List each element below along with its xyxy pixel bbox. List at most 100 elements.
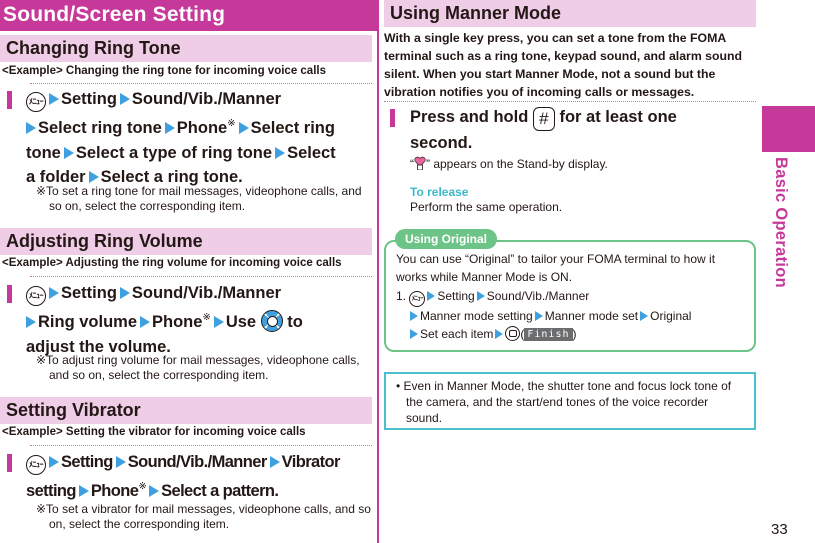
paren-close: ) xyxy=(572,327,577,341)
step-text: setting xyxy=(26,482,76,500)
reference-mark: ※ xyxy=(202,312,211,323)
original-step: 1. ﾒﾆｭｰ Setting Sound/Vib./Manner Manner m… xyxy=(396,287,751,343)
camera-key-icon xyxy=(505,326,521,341)
hash-key-icon: # xyxy=(532,107,555,131)
step-prefix: 1. xyxy=(396,289,407,303)
display-note: “” appears on the Stand-by display. xyxy=(410,156,608,172)
step-number-marker xyxy=(7,91,12,109)
menu-key-icon: ﾒﾆｭｰ xyxy=(26,92,46,112)
arrow-icon xyxy=(410,329,418,339)
step-ring-tone: ﾒﾆｭｰ Setting Sound/Vib./Manner Select ring … xyxy=(26,87,376,190)
right-column: Using Manner Mode With a single key pres… xyxy=(384,0,756,543)
arrow-icon xyxy=(213,316,224,328)
chapter-title: Sound/Screen Setting xyxy=(0,0,377,31)
menu-key-icon: ﾒﾆｭｰ xyxy=(409,291,426,307)
example-ring-tone: <Example> Changing the ring tone for inc… xyxy=(2,65,326,77)
step-text: Sound/Vib./Manner xyxy=(131,284,282,302)
step-text: Ring volume xyxy=(38,313,138,331)
step-text: Sound/Vib./Manner xyxy=(131,90,282,108)
step-text: Press and hold xyxy=(410,108,529,126)
section-heading-ring-volume: Adjusting Ring Volume xyxy=(0,228,372,255)
section-heading-ring-tone: Changing Ring Tone xyxy=(0,35,372,62)
arrow-icon xyxy=(149,485,160,497)
step-text: Select ring xyxy=(250,119,335,137)
step-text: Phone xyxy=(176,119,228,137)
menu-key-icon: ﾒﾆｭｰ xyxy=(26,455,46,475)
left-column: Sound/Screen Setting Changing Ring Tone … xyxy=(0,0,377,543)
arrow-icon xyxy=(26,316,36,328)
using-original-tab: Using Original xyxy=(395,229,498,249)
arrow-icon xyxy=(164,122,175,134)
note-ring-volume: ※To adjust ring volume for mail messages… xyxy=(36,353,360,382)
dotted-divider xyxy=(384,101,756,102)
step-number-marker xyxy=(7,454,12,472)
arrow-icon xyxy=(476,291,485,301)
step-text: to xyxy=(287,313,303,331)
arrow-icon xyxy=(427,291,436,301)
arrow-icon xyxy=(49,93,59,105)
reference-mark: ※ xyxy=(138,481,147,492)
multi-navigation-key-icon xyxy=(260,310,283,332)
column-divider xyxy=(377,0,379,543)
dotted-divider xyxy=(30,445,372,446)
dotted-divider xyxy=(30,276,372,277)
step-text: Select ring tone xyxy=(38,119,162,137)
step-number-marker xyxy=(7,285,12,303)
example-ring-volume: <Example> Adjusting the ring volume for … xyxy=(2,257,342,269)
arrow-icon xyxy=(49,287,59,299)
arrow-icon xyxy=(238,122,249,134)
step-text: Select a type of ring tone xyxy=(75,143,273,162)
step-text: Setting xyxy=(61,284,117,302)
page-number: 33 xyxy=(771,521,788,538)
step-text: Sound/Vib./Manner xyxy=(486,289,590,303)
arrow-icon xyxy=(88,171,99,183)
caution-item: • Even in Manner Mode, the shutter tone … xyxy=(396,378,746,426)
release-text: Perform the same operation. xyxy=(410,200,563,214)
step-text: Select xyxy=(287,143,336,162)
release-label: To release xyxy=(410,185,469,199)
step-text: Manner mode set xyxy=(544,309,639,323)
step-manner-mode: Press and hold # for at least one second… xyxy=(410,105,750,156)
caution-box: • Even in Manner Mode, the shutter tone … xyxy=(384,372,756,430)
arrow-icon xyxy=(49,456,59,468)
step-text: Vibrator xyxy=(281,453,341,471)
step-text: Setting xyxy=(61,90,117,108)
arrow-icon xyxy=(269,456,280,468)
step-text: Phone xyxy=(152,313,203,331)
display-note-text: ” appears on the Stand-by display. xyxy=(426,157,608,171)
arrow-icon xyxy=(26,122,36,134)
example-vibrator: <Example> Setting the vibrator for incom… xyxy=(2,426,306,438)
step-text: Select a pattern. xyxy=(161,482,279,500)
step-text: second. xyxy=(410,134,473,152)
chapter-index-label: Basic Operation xyxy=(772,157,790,289)
step-vibrator: ﾒﾆｭｰ Setting Sound/Vib./Manner Vibrator sett… xyxy=(26,450,378,504)
arrow-icon xyxy=(119,287,130,299)
step-text: for at least one xyxy=(559,108,677,126)
step-text: Phone xyxy=(90,482,139,500)
arrow-icon xyxy=(78,485,89,497)
note-vibrator: ※To set a vibrator for mail messages, vi… xyxy=(36,502,371,531)
arrow-icon xyxy=(495,329,504,339)
section-heading-manner-mode: Using Manner Mode xyxy=(384,0,756,27)
chapter-index-tab xyxy=(762,106,815,152)
step-number-marker xyxy=(390,109,395,127)
caution-text: Even in Manner Mode, the shutter tone an… xyxy=(403,379,732,425)
step-text: Use xyxy=(225,313,257,331)
step-text: Manner mode setting xyxy=(420,309,533,323)
arrow-icon xyxy=(63,146,74,159)
section-heading-vibrator: Setting Vibrator xyxy=(0,397,372,424)
note-ring-tone: ※To set a ring tone for mail messages, v… xyxy=(36,184,362,213)
arrow-icon xyxy=(640,311,649,321)
step-ring-volume: ﾒﾆｭｰ Setting Sound/Vib./Manner Ring volume P… xyxy=(26,281,376,359)
step-text: Setting xyxy=(437,289,475,303)
finish-softkey-label: Finish xyxy=(524,328,573,341)
intro-paragraph: With a single key press, you can set a t… xyxy=(384,31,743,99)
step-text: Original xyxy=(650,309,692,323)
arrow-icon xyxy=(275,146,286,159)
arrow-icon xyxy=(140,316,151,328)
step-text: tone xyxy=(26,143,61,162)
dotted-divider xyxy=(30,83,372,84)
manner-mode-icon xyxy=(414,156,426,171)
original-description: You can use “Original” to tailor your FO… xyxy=(396,252,716,284)
arrow-icon xyxy=(534,311,543,321)
